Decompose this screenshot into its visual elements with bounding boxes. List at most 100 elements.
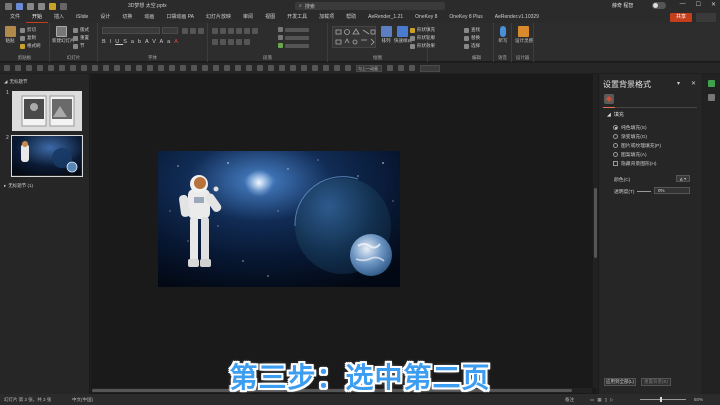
repeat-icon[interactable] [26,65,32,71]
font-color-button[interactable]: A [174,39,182,45]
text-direction-button[interactable] [278,27,318,32]
table-icon[interactable] [70,65,76,71]
flip-icon[interactable] [114,65,120,71]
dictate-button[interactable]: 听写 [495,26,511,44]
share-button[interactable]: 共享 [670,13,692,22]
eyedropper-icon[interactable] [235,65,241,71]
fill-tab-icon[interactable] [604,94,614,104]
distribute-icon[interactable] [244,39,250,45]
tab-10[interactable]: 视图 [259,12,281,23]
zoom-level[interactable]: 50% [694,397,703,402]
layout-button[interactable]: 版式 [73,27,89,33]
align-left-icon[interactable] [212,39,218,45]
fill-option-picture[interactable]: 图片或纹理填充(P) [613,142,661,149]
pane-options-icon[interactable]: ▾ [677,80,680,87]
slide-thumbnail-2[interactable] [11,135,83,177]
delay-icon[interactable] [409,65,415,71]
align-icon[interactable] [81,65,87,71]
spacing-button[interactable]: AV [145,39,160,45]
close-button[interactable]: ✕ [711,1,716,8]
tab-1[interactable]: 开始 [26,12,49,23]
bold-button[interactable]: B [102,39,110,45]
rotate-icon[interactable] [103,65,109,71]
fill-option-pattern[interactable]: 图案填充(A) [613,151,647,158]
animation-start-select[interactable]: 与上一动画 [356,64,382,72]
tab-14[interactable]: AeRender_1.21 [362,12,409,23]
preview-icon[interactable] [268,65,274,71]
fill-option-gradient[interactable]: 渐变填充(G) [613,133,647,140]
section-button[interactable]: 节 [73,43,85,49]
clear-format-icon[interactable] [198,28,204,34]
timing-icon[interactable] [398,65,404,71]
color-picker-button[interactable]: ◭ ▾ [676,175,690,182]
slide-thumbnail-1[interactable] [12,91,82,131]
send-backward-icon[interactable] [147,65,153,71]
numbering-icon[interactable] [220,28,226,34]
transparency-input[interactable]: 0% [654,187,690,194]
tab-8[interactable]: 幻灯片放映 [200,12,237,23]
align-text-button[interactable] [278,35,318,40]
notes-button[interactable]: 备注 [565,397,574,403]
subtract-icon[interactable] [213,65,219,71]
select-button[interactable]: 选择 [464,43,480,49]
start-show-icon[interactable] [49,2,56,10]
fill-option-solid[interactable]: 纯色填充(S) [613,124,647,131]
trigger-icon[interactable] [387,65,393,71]
tab-4[interactable]: 设计 [94,12,116,23]
section-header-2[interactable]: ▸ 无标题节 (1) [4,183,33,189]
text-box-icon[interactable] [48,65,54,71]
tab-3[interactable]: iSlide [70,12,94,23]
align-right-icon[interactable] [228,39,234,45]
tab-13[interactable]: 帮助 [340,12,362,23]
shadow-button[interactable]: ab [131,39,145,45]
bullets-icon[interactable] [212,28,218,34]
strike-button[interactable]: S [123,39,131,45]
tab-12[interactable]: 加载项 [313,12,340,23]
zoom-slider[interactable] [640,399,686,400]
save-icon[interactable] [16,2,23,10]
tab-15[interactable]: OneKey 8 [409,12,443,23]
zoom-knob[interactable] [660,397,662,402]
distribute-v-icon[interactable] [169,65,175,71]
fill-section-header[interactable]: ◢ 填充 [607,111,624,119]
merge-shapes-icon[interactable] [180,65,186,71]
redo-icon[interactable] [15,65,21,71]
design-ideas-button[interactable]: 设计灵感 [515,26,533,44]
shape-outline-button[interactable]: 形状轮廓 [410,35,435,41]
crop-icon[interactable] [125,65,131,71]
cut-button[interactable]: 剪切 [20,27,36,33]
reset-button[interactable]: 重置 [73,35,89,41]
coauthor-toggle[interactable] [652,2,666,9]
panel-icon[interactable] [708,94,715,101]
export-icon[interactable] [345,65,351,71]
tab-16[interactable]: OneKey 8 Plus [443,12,488,23]
autosave-icon[interactable] [5,2,12,10]
distribute-h-icon[interactable] [158,65,164,71]
tab-0[interactable]: 文件 [4,12,26,23]
find-button[interactable]: 查找 [464,27,480,33]
picture-icon[interactable] [59,65,65,71]
align-center-icon[interactable] [220,39,226,45]
font-size-select[interactable] [162,27,178,34]
font-name-select[interactable] [102,27,160,34]
gridlines-icon[interactable] [290,65,296,71]
group-icon[interactable] [92,65,98,71]
increase-indent-icon[interactable] [236,28,242,34]
format-painter-button[interactable]: 格式刷 [20,43,41,49]
minimize-button[interactable]: — [680,1,686,8]
duration-select[interactable] [420,64,440,72]
addin-icon[interactable] [708,80,715,87]
tab-6[interactable]: 动画 [138,12,160,23]
transparency-slider[interactable] [637,191,651,192]
tab-7[interactable]: 口袋动画 PA [160,12,200,23]
shrink-font-icon[interactable] [190,28,196,34]
language-indicator[interactable]: 中文(中国) [72,397,93,403]
intersect-icon[interactable] [202,65,208,71]
arrange-button[interactable]: 排列 [378,26,394,44]
replace-button[interactable]: 替换 [464,35,480,41]
quick-styles-button[interactable]: 快速样式 [394,26,412,44]
view-buttons[interactable]: ▭▦▯▷ [590,397,630,403]
tab-11[interactable]: 开发工具 [281,12,313,23]
comments-button[interactable] [696,13,716,22]
decrease-indent-icon[interactable] [228,28,234,34]
